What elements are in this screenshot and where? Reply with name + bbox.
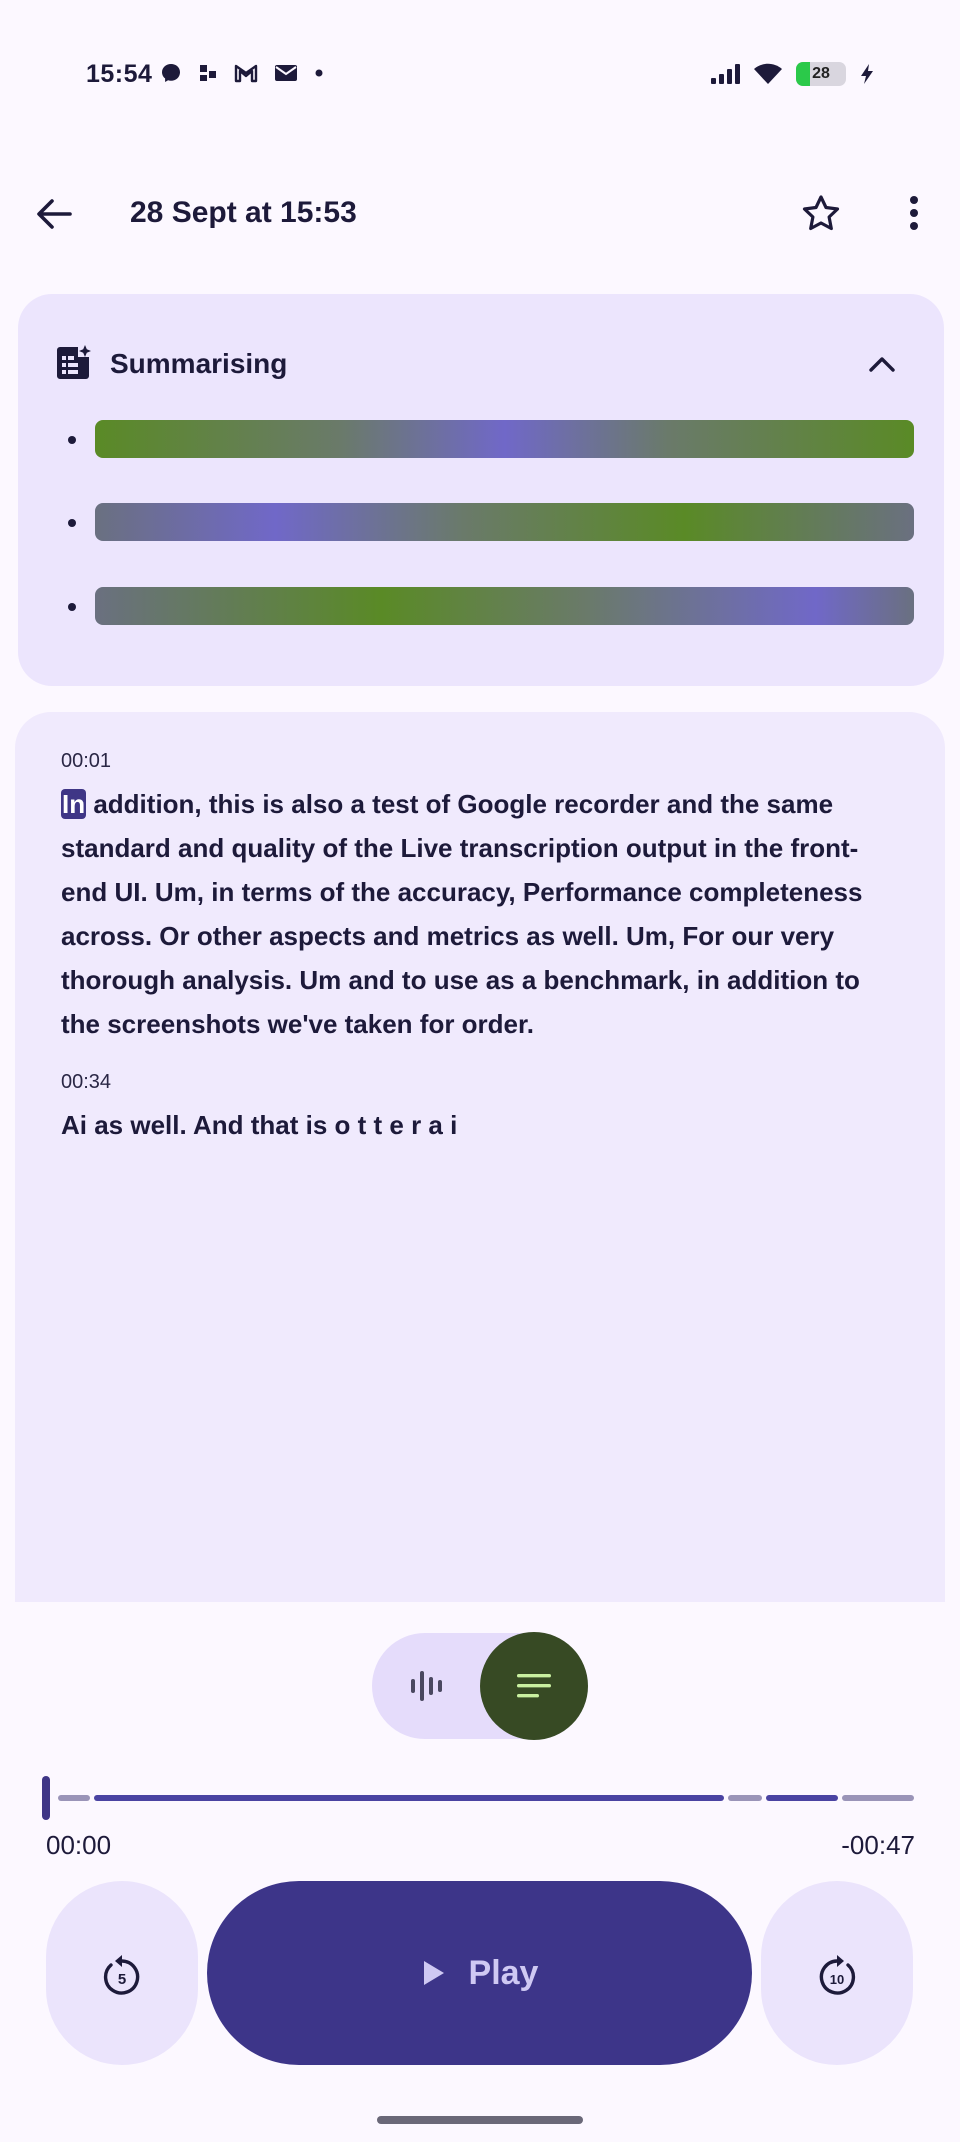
status-time: 15:54 [86,60,153,88]
battery-level: 28 [812,65,830,82]
star-outline-icon [802,195,840,231]
play-button[interactable]: Play [207,1881,752,2065]
scrubber-segment [728,1795,762,1801]
summary-loading-line [95,503,914,541]
transcript-paragraph[interactable]: In addition, this is also a test of Goog… [61,782,901,1046]
transcript-view-button[interactable] [480,1632,588,1740]
system-icons: 28 [710,62,874,86]
replay-5-icon: 5 [103,1955,140,1995]
audio-view-button[interactable] [392,1657,462,1715]
mail-icon [275,65,297,81]
back-button[interactable] [30,190,78,238]
dot-icon [315,69,323,77]
gmail-icon [234,64,258,83]
summary-bullet [68,519,76,527]
elapsed-time: 00:00 [46,1830,112,1860]
summary-bullet [68,436,76,444]
scrubber-handle[interactable] [42,1776,50,1820]
forward-seconds: 10 [830,1972,844,1987]
transcript-timestamp[interactable]: 00:34 [61,1071,111,1094]
chevron-up-icon [869,357,895,372]
messenger-icon [162,64,180,82]
summary-sparkle-icon [54,344,92,382]
charging-icon [861,64,873,84]
signal-icon [711,64,740,84]
forward-button[interactable]: 10 [761,1881,913,2065]
collapse-summary-button[interactable] [862,344,902,384]
notification-icons [160,62,324,84]
scrubber-segment [766,1795,838,1801]
wifi-icon [754,63,782,84]
play-icon [423,1961,444,1985]
scrubber-segment [94,1795,724,1801]
favorite-button[interactable] [796,188,846,238]
remaining-time: -00:47 [841,1830,915,1860]
battery-icon: 28 [796,62,846,86]
rewind-seconds: 5 [118,1971,126,1988]
summary-title: Summarising [110,348,288,379]
summary-loading-line [95,420,914,458]
transcript-paragraph[interactable]: Ai as well. And that is o t t e r a i [61,1103,901,1147]
notes-icon [517,1674,551,1698]
transcript-timestamp[interactable]: 00:01 [61,750,111,773]
rewind-button[interactable]: 5 [46,1881,198,2065]
play-label: Play [468,1953,539,1992]
summary-loading-line [95,587,914,625]
grid-icon [200,65,216,81]
forward-10-icon: 10 [819,1955,856,1995]
summary-bullet [68,603,76,611]
more-vert-icon [910,196,918,230]
arrow-back-icon [37,199,72,229]
waveform-icon [411,1671,442,1701]
transcript-text: addition, this is also a test of Google … [61,789,863,1039]
current-word-highlight[interactable]: In [61,789,87,819]
more-options-button[interactable] [890,188,938,238]
home-indicator[interactable] [377,2116,583,2124]
scrubber-segment [58,1795,90,1801]
scrubber-segment [842,1795,914,1801]
page-title: 28 Sept at 15:53 [130,196,357,229]
